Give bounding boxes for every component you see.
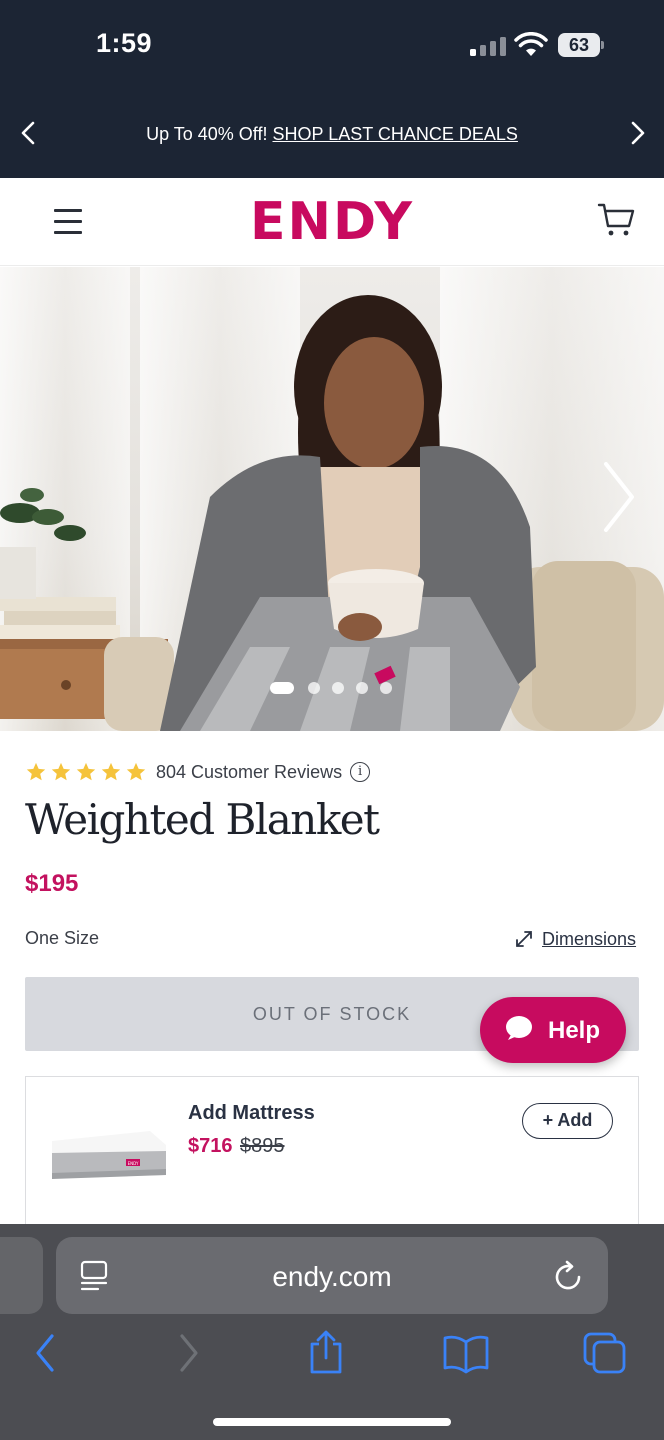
star-icon — [126, 762, 146, 781]
dimensions-label[interactable]: Dimensions — [542, 929, 636, 950]
dimensions-link[interactable]: Dimensions — [514, 928, 636, 950]
blanket-photo — [0, 295, 664, 731]
expand-icon — [516, 931, 532, 947]
chevron-right-icon[interactable] — [598, 460, 638, 534]
carousel-dot[interactable] — [380, 682, 392, 694]
url-text[interactable]: endy.com — [56, 1261, 608, 1293]
carousel-dot[interactable] — [332, 682, 344, 694]
add-mattress-button[interactable]: + Add — [522, 1103, 613, 1139]
back-icon[interactable] — [32, 1330, 58, 1376]
promo-offer: Up To 40% Off! — [146, 124, 268, 144]
carousel-dot[interactable] — [270, 682, 294, 694]
browser-toolbar: endy.com — [0, 1224, 664, 1440]
promo-text: Up To 40% Off! SHOP LAST CHANCE DEALS — [0, 124, 664, 145]
addon-title: Add Mattress — [188, 1102, 315, 1124]
carousel-dots — [270, 682, 400, 696]
home-indicator[interactable] — [213, 1418, 451, 1426]
site-header: ENDY — [0, 178, 664, 266]
size-label: One Size — [25, 928, 100, 948]
star-icon — [26, 762, 46, 781]
share-icon[interactable] — [306, 1330, 346, 1376]
previous-tab[interactable] — [0, 1237, 43, 1314]
reload-icon[interactable] — [553, 1259, 585, 1293]
mattress-image: ENDY — [52, 1131, 166, 1179]
star-icon — [76, 762, 96, 781]
product-rating[interactable]: 804 Customer Reviews i — [25, 760, 371, 784]
info-icon[interactable]: i — [350, 762, 371, 782]
help-label: Help — [548, 1017, 601, 1044]
carousel-dot[interactable] — [356, 682, 368, 694]
product-image[interactable] — [0, 267, 664, 731]
promo-link[interactable]: SHOP LAST CHANCE DEALS — [273, 124, 518, 144]
carousel-dot[interactable] — [308, 682, 320, 694]
bookmarks-icon[interactable] — [442, 1330, 490, 1376]
reviews-link[interactable]: 804 Customer Reviews — [156, 762, 342, 783]
mattress-tag: ENDY — [128, 1161, 139, 1166]
tabs-icon[interactable] — [582, 1330, 628, 1376]
addon-original-price: $895 — [240, 1135, 285, 1157]
star-icon — [101, 762, 121, 781]
help-button[interactable]: Help — [480, 997, 626, 1063]
cellular-signal-icon — [470, 36, 506, 56]
product-title: Weighted Blanket — [25, 795, 380, 844]
status-time: 1:59 — [96, 28, 153, 58]
forward-icon[interactable] — [176, 1330, 202, 1376]
star-icon — [51, 762, 71, 781]
top-banner: 1:59 63 Up To 40% Off! SHOP LAST CHANCE … — [0, 0, 664, 178]
battery-level: 63 — [558, 33, 600, 57]
chat-bubble-icon — [506, 1016, 532, 1040]
address-bar[interactable]: endy.com — [56, 1237, 608, 1314]
cart-icon[interactable] — [596, 200, 636, 240]
battery-icon: 63 — [558, 33, 604, 57]
wifi-icon — [514, 32, 548, 56]
addon-card: ENDY Add Mattress $716 $895 + Add — [25, 1076, 639, 1236]
chevron-right-icon[interactable] — [622, 118, 652, 148]
product-price: $195 — [25, 870, 79, 897]
endy-logo[interactable]: ENDY — [0, 192, 664, 252]
promo-bar: Up To 40% Off! SHOP LAST CHANCE DEALS — [0, 108, 664, 160]
addon-price: $716 — [188, 1135, 233, 1157]
